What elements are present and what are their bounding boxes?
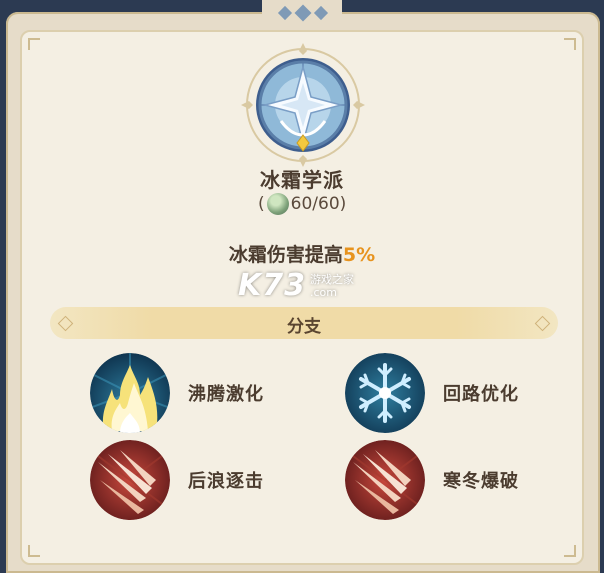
branch-item-winter[interactable]: 寒冬爆破 <box>345 440 519 520</box>
branch-header-label: 分支 <box>287 317 321 337</box>
paren-close: ) <box>339 194 347 214</box>
school-effect: 冰霜伤害提高5% <box>0 240 604 267</box>
branch-label: 回路优化 <box>443 384 519 405</box>
points-value: 60/60 <box>290 194 340 214</box>
school-points: ( 60/60 ) <box>258 191 346 217</box>
branch-label: 后浪逐击 <box>188 471 264 492</box>
watermark-brand: K73 <box>238 268 306 303</box>
branch-item-boiling[interactable]: 沸腾激化 <box>90 353 264 433</box>
corner-ornament <box>28 545 40 557</box>
branch-label: 寒冬爆破 <box>443 471 519 492</box>
watermark-logo: K73 游戏之家 .com <box>238 268 354 303</box>
effect-value: 5% <box>342 244 376 266</box>
diamond-icon <box>313 5 329 21</box>
top-tab-ornament <box>262 0 342 28</box>
frost-compass-emblem-icon <box>241 43 365 167</box>
school-title: 冰霜学派 <box>260 168 344 192</box>
branch-item-circuit[interactable]: 回路优化 <box>345 353 519 433</box>
paren-open: ( <box>258 194 265 214</box>
flame-icon <box>90 353 170 433</box>
branch-item-wave[interactable]: 后浪逐击 <box>90 440 264 520</box>
branch-header-banner: 分支 <box>50 307 558 339</box>
effect-text: 冰霜伤害提高 <box>228 244 343 266</box>
diamond-icon <box>277 5 293 21</box>
corner-ornament <box>28 38 40 50</box>
ice-crystal-coin-icon <box>266 193 289 215</box>
claw-slash-icon <box>90 440 170 520</box>
diamond-icon <box>294 4 312 22</box>
branch-label: 沸腾激化 <box>188 384 264 405</box>
corner-ornament <box>564 38 576 50</box>
watermark-site: 游戏之家 .com <box>310 272 354 299</box>
snowflake-icon <box>345 353 425 433</box>
corner-ornament <box>564 545 576 557</box>
claw-slash-icon <box>345 440 425 520</box>
